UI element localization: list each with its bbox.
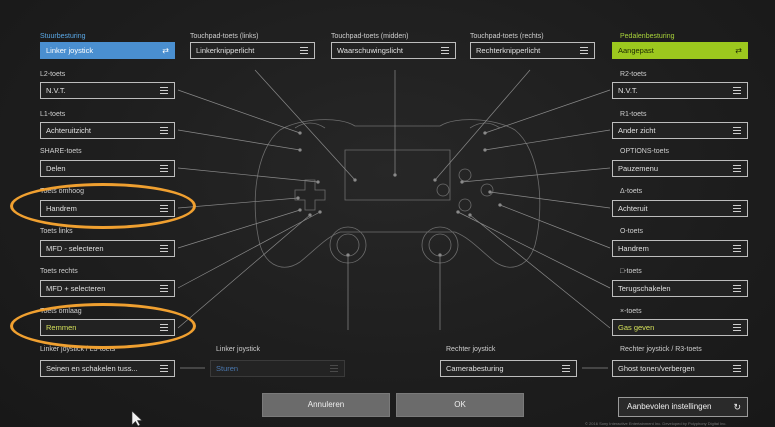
r2-label: R2-toets [620,71,647,78]
l3-select[interactable]: Seinen en schakelen tuss... [40,360,175,377]
hamburger-menu-icon [733,127,741,134]
left-joystick-label: Linker joystick [216,346,260,353]
dpad-right-value: MFD + selecteren [46,284,106,293]
cross-label: ×-toets [620,308,642,315]
l3-value: Seinen en schakelen tuss... [46,364,138,373]
r1-value: Ander zicht [618,126,656,135]
r3-value: Ghost tonen/verbergen [618,364,695,373]
hamburger-menu-icon [733,245,741,252]
hamburger-menu-icon [733,87,741,94]
touchpad-left-select[interactable]: Linkerknipperlicht [190,42,315,59]
options-label: OPTIONS-toets [620,148,670,155]
hamburger-menu-icon [160,165,168,172]
share-value: Delen [46,164,66,173]
l1-value: Achteruitzicht [46,126,92,135]
left-joystick-value: Sturen [216,364,239,373]
r2-value: N.V.T. [618,86,638,95]
dpad-right-label: Toets rechts [40,268,78,275]
share-select[interactable]: Delen [40,160,175,177]
touchpad-left-value: Linkerknipperlicht [196,46,255,55]
touchpad-mid-label: Touchpad-toets (midden) [331,33,409,40]
hamburger-menu-icon [330,365,338,372]
circle-label: O-toets [620,228,643,235]
r1-label: R1-toets [620,111,647,118]
hamburger-menu-icon [733,285,741,292]
square-value: Terugschakelen [618,284,671,293]
options-select[interactable]: Pauzemenu [612,160,748,177]
recommended-settings-label: Aanbevolen instellingen [627,402,712,411]
hamburger-menu-icon [160,127,168,134]
options-value: Pauzemenu [618,164,659,173]
triangle-label: Δ-toets [620,188,643,195]
pedal-control-value: Aangepast [618,46,654,55]
right-joystick-label: Rechter joystick [446,346,496,353]
hamburger-menu-icon [580,47,588,54]
dpad-left-select[interactable]: MFD - selecteren [40,240,175,257]
hamburger-menu-icon [160,87,168,94]
sync-arrows-icon: ⇄ [735,46,742,55]
controller-config-screen: { "left": { "steer_label": "Stuurbesturi… [0,0,775,427]
pedal-control-label: Pedalenbesturing [620,33,675,40]
r3-select[interactable]: Ghost tonen/verbergen [612,360,748,377]
l2-select[interactable]: N.V.T. [40,82,175,99]
cross-value: Gas geven [618,323,655,332]
hamburger-menu-icon [733,324,741,331]
steering-control-select[interactable]: Linker joystick ⇄ [40,42,175,59]
cross-select[interactable]: Gas geven [612,319,748,336]
highlight-ring-dpad-down [10,303,196,349]
refresh-icon: ↻ [733,402,741,412]
touchpad-left-label: Touchpad-toets (links) [190,33,259,40]
share-label: SHARE-toets [40,148,82,155]
left-joystick-select[interactable]: Sturen [210,360,345,377]
highlight-ring-dpad-up [10,183,196,229]
r1-select[interactable]: Ander zicht [612,122,748,139]
touchpad-mid-value: Waarschuwingslicht [337,46,403,55]
l2-value: N.V.T. [46,86,66,95]
right-joystick-value: Camerabesturing [446,364,504,373]
right-joystick-select[interactable]: Camerabesturing [440,360,577,377]
steering-control-value: Linker joystick [46,46,94,55]
hamburger-menu-icon [733,365,741,372]
square-label: □-toets [620,268,642,275]
copyright-footer: © 2016 Sony Interactive Entertainment In… [585,421,727,426]
hamburger-menu-icon [733,165,741,172]
r2-select[interactable]: N.V.T. [612,82,748,99]
hamburger-menu-icon [300,47,308,54]
cancel-button[interactable]: Annuleren [262,393,390,417]
triangle-select[interactable]: Achteruit [612,200,748,217]
l2-label: L2-toets [40,71,66,78]
hamburger-menu-icon [160,245,168,252]
hamburger-menu-icon [160,285,168,292]
touchpad-right-select[interactable]: Rechterknipperlicht [470,42,595,59]
hamburger-menu-icon [733,205,741,212]
recommended-settings-button[interactable]: Aanbevolen instellingen ↻ [618,397,748,417]
ok-button[interactable]: OK [396,393,524,417]
touchpad-right-value: Rechterknipperlicht [476,46,541,55]
touchpad-right-label: Touchpad-toets (rechts) [470,33,544,40]
hamburger-menu-icon [562,365,570,372]
mouse-pointer-icon [131,410,143,427]
dpad-left-value: MFD - selecteren [46,244,104,253]
triangle-value: Achteruit [618,204,648,213]
r3-label: Rechter joystick / R3-toets [620,346,702,353]
l1-select[interactable]: Achteruitzicht [40,122,175,139]
steering-control-label: Stuurbesturing [40,33,86,40]
sync-arrows-icon: ⇄ [162,46,169,55]
pedal-control-select[interactable]: Aangepast ⇄ [612,42,748,59]
hamburger-menu-icon [160,365,168,372]
hamburger-menu-icon [441,47,449,54]
square-select[interactable]: Terugschakelen [612,280,748,297]
circle-value: Handrem [618,244,649,253]
l1-label: L1-toets [40,111,66,118]
dpad-right-select[interactable]: MFD + selecteren [40,280,175,297]
touchpad-mid-select[interactable]: Waarschuwingslicht [331,42,456,59]
circle-select[interactable]: Handrem [612,240,748,257]
dpad-left-label: Toets links [40,228,73,235]
